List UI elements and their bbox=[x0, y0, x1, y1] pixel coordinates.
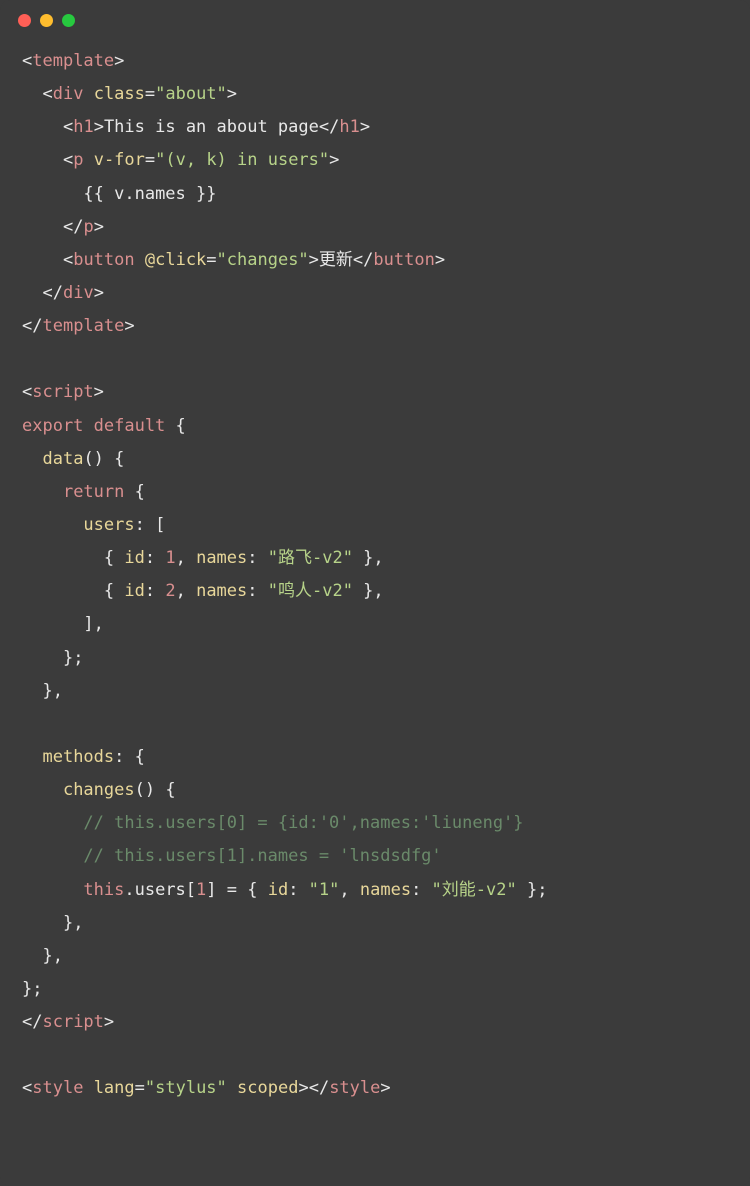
code-line: }, bbox=[22, 940, 750, 973]
code-line: <style lang="stylus" scoped></style> bbox=[22, 1072, 750, 1105]
code-line bbox=[22, 708, 750, 741]
zoom-icon[interactable] bbox=[62, 14, 75, 27]
code-line: this.users[1] = { id: "1", names: "刘能-v2… bbox=[22, 874, 750, 907]
code-line: }, bbox=[22, 675, 750, 708]
code-line bbox=[22, 343, 750, 376]
code-line: { id: 1, names: "路飞-v2" }, bbox=[22, 542, 750, 575]
code-line: changes() { bbox=[22, 774, 750, 807]
code-line: </template> bbox=[22, 310, 750, 343]
code-line: data() { bbox=[22, 443, 750, 476]
code-line: return { bbox=[22, 476, 750, 509]
code-line: <h1>This is an about page</h1> bbox=[22, 111, 750, 144]
code-line: <p v-for="(v, k) in users"> bbox=[22, 144, 750, 177]
titlebar bbox=[0, 14, 750, 45]
code-line: }, bbox=[22, 907, 750, 940]
code-line: }; bbox=[22, 973, 750, 1006]
code-line: <button @click="changes">更新</button> bbox=[22, 244, 750, 277]
code-area: <template> <div class="about"> <h1>This … bbox=[0, 45, 750, 1106]
code-line: <template> bbox=[22, 45, 750, 78]
code-line: export default { bbox=[22, 410, 750, 443]
code-line: // this.users[1].names = 'lnsdsdfg' bbox=[22, 840, 750, 873]
code-line: methods: { bbox=[22, 741, 750, 774]
code-line: ], bbox=[22, 608, 750, 641]
code-line: {{ v.names }} bbox=[22, 178, 750, 211]
code-line: <script> bbox=[22, 376, 750, 409]
code-line: // this.users[0] = {id:'0',names:'liunen… bbox=[22, 807, 750, 840]
editor-window: <template> <div class="about"> <h1>This … bbox=[0, 0, 750, 1186]
minimize-icon[interactable] bbox=[40, 14, 53, 27]
close-icon[interactable] bbox=[18, 14, 31, 27]
code-line bbox=[22, 1039, 750, 1072]
code-line: </p> bbox=[22, 211, 750, 244]
code-line: </div> bbox=[22, 277, 750, 310]
code-line: </script> bbox=[22, 1006, 750, 1039]
code-line: { id: 2, names: "鸣人-v2" }, bbox=[22, 575, 750, 608]
code-line: }; bbox=[22, 642, 750, 675]
code-line: <div class="about"> bbox=[22, 78, 750, 111]
code-line: users: [ bbox=[22, 509, 750, 542]
